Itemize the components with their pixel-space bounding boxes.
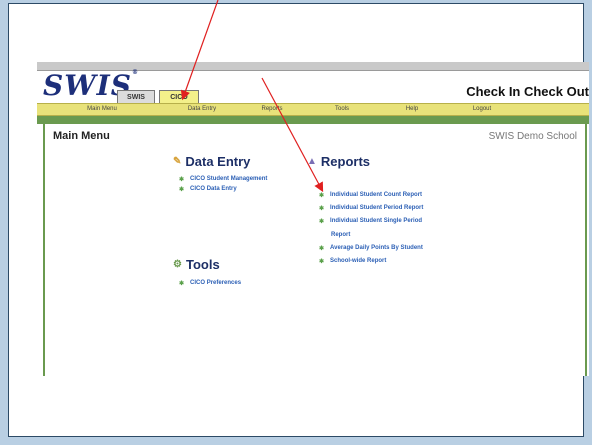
header-strip (37, 116, 589, 124)
menu-tools[interactable]: Tools (307, 104, 377, 115)
tab-swis[interactable]: SWIS (117, 90, 155, 103)
app-title: Check In Check Out (466, 84, 589, 99)
link-student-single-period[interactable]: ✱ Individual Student Single Period (319, 218, 422, 225)
tab-cico[interactable]: CICO (159, 90, 199, 103)
link-cico-preferences[interactable]: ✱ CICO Preferences (179, 280, 241, 287)
link-average-daily-points[interactable]: ✱ Average Daily Points By Student (319, 245, 423, 252)
gear-icon: ⚙ (173, 259, 182, 270)
link-school-wide-report[interactable]: ✱ School-wide Report (319, 258, 386, 265)
slide-frame: SWIS® SWIS CICO Check In Check Out Main … (8, 3, 589, 437)
panel-title: Main Menu (53, 130, 110, 142)
menu-data-entry[interactable]: Data Entry (167, 104, 237, 115)
link-cico-data-entry[interactable]: ✱ CICO Data Entry (179, 186, 237, 193)
bullet-icon: ✱ (179, 187, 185, 193)
menu-logout[interactable]: Logout (447, 104, 517, 115)
menu-main-menu[interactable]: Main Menu (37, 104, 167, 115)
bullet-icon: ✱ (319, 259, 325, 265)
school-name: SWIS Demo School (488, 131, 577, 142)
reports-heading: ▲ Reports (307, 154, 371, 169)
bullet-icon: ✱ (319, 193, 325, 199)
app-screenshot: SWIS® SWIS CICO Check In Check Out Main … (37, 62, 589, 376)
main-menu-panel: Main Menu SWIS Demo School ✎ Data Entry … (43, 124, 587, 376)
link-student-period-report[interactable]: ✱ Individual Student Period Report (319, 205, 423, 212)
tools-heading: ⚙ Tools (173, 257, 220, 272)
bullet-icon: ✱ (319, 206, 325, 212)
link-student-count-report[interactable]: ✱ Individual Student Count Report (319, 192, 422, 199)
bullet-icon: ✱ (319, 219, 325, 225)
pencil-icon: ✎ (173, 156, 182, 167)
chart-icon: ▲ (307, 156, 317, 167)
data-entry-heading: ✎ Data Entry (173, 154, 251, 169)
link-student-single-period-continued[interactable]: Report (331, 232, 350, 238)
link-cico-student-management[interactable]: ✱ CICO Student Management (179, 176, 267, 183)
bullet-icon: ✱ (179, 281, 185, 287)
menu-help[interactable]: Help (377, 104, 447, 115)
bullet-icon: ✱ (319, 246, 325, 252)
menubar: Main Menu Data Entry Reports Tools Help … (37, 103, 589, 116)
bullet-icon: ✱ (179, 177, 185, 183)
menu-reports[interactable]: Reports (237, 104, 307, 115)
